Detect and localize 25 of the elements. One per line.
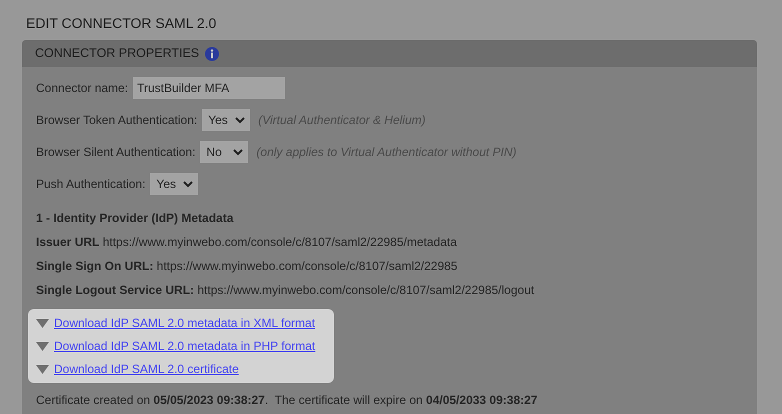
chevron-icon: [183, 180, 194, 188]
panel-title: CONNECTOR PROPERTIES: [35, 45, 200, 62]
url-line: Single Sign On URL: https://www.myinwebo.com/console/c/8107/saml2/22985: [36, 258, 458, 275]
field-label: Browser Token Authentication:: [36, 112, 198, 129]
download-link[interactable]: Download IdP SAML 2.0 certificate: [54, 360, 239, 378]
download-link[interactable]: Download IdP SAML 2.0 metadata in PHP format: [54, 337, 316, 355]
field-label: Push Authentication:: [36, 176, 146, 193]
dropdown[interactable]: Yes: [202, 109, 250, 131]
download-link[interactable]: Download IdP SAML 2.0 metadata in XML format: [54, 314, 316, 332]
field-label: Connector name:: [36, 80, 128, 97]
dropdown[interactable]: No: [200, 141, 248, 163]
certificate-info: Certificate created on 05/05/2023 09:38:27. The certificate will expire on 04/05/2033 09:38:27: [36, 392, 538, 409]
triangle-icon: [36, 318, 49, 328]
chevron-icon: [233, 148, 244, 156]
dropdown[interactable]: Yes: [150, 173, 198, 195]
url-line: Single Logout Service URL: https://www.myinwebo.com/console/c/8107/saml2/22985/logout: [36, 282, 536, 299]
section-heading: 1 - Identity Provider (IdP) Metadata: [36, 210, 234, 227]
chevron-icon: [235, 116, 246, 124]
info-icon[interactable]: [205, 46, 220, 60]
triangle-icon: [36, 364, 49, 374]
triangle-icon: [36, 342, 49, 350]
field-label: Browser Silent Authentication:: [36, 144, 196, 161]
url-line: Issuer URL https://www.myinwebo.com/console/c/8107/saml2/22985/metadata: [36, 234, 458, 251]
page-title: EDIT CONNECTOR SAML 2.0: [26, 14, 216, 33]
name-input[interactable]: TrustBuilder MFA: [133, 77, 286, 99]
